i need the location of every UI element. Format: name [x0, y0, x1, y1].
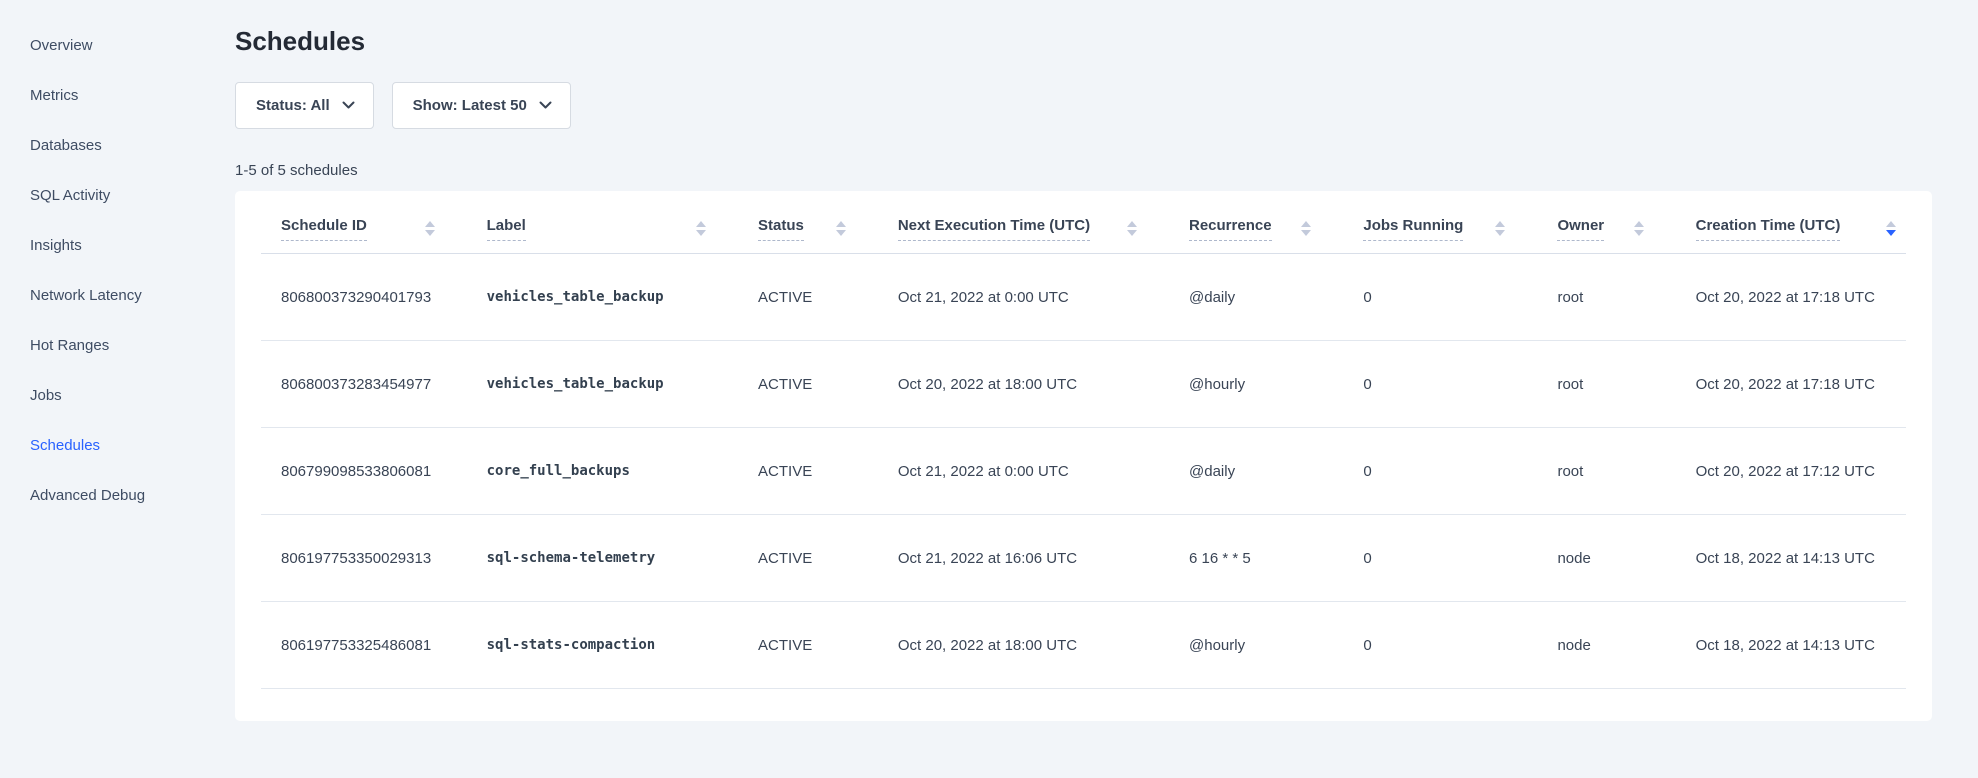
show-filter-dropdown[interactable]: Show: Latest 50	[392, 82, 571, 129]
cell-owner: node	[1537, 515, 1675, 602]
cell-recurrence: 6 16 * * 5	[1169, 515, 1343, 602]
table-row: 806800373283454977vehicles_table_backupA…	[261, 341, 1906, 428]
table-row: 806799098533806081core_full_backupsACTIV…	[261, 428, 1906, 515]
cell-schedule-id: 806197753325486081	[261, 602, 467, 689]
column-header-schedule-id[interactable]: Schedule ID	[261, 213, 467, 254]
status-filter-label: Status: All	[256, 97, 330, 114]
table-row: 806197753350029313sql-schema-telemetryAC…	[261, 515, 1906, 602]
column-label: Schedule ID	[281, 217, 367, 241]
sidebar-item-network-latency[interactable]: Network Latency	[30, 286, 233, 306]
cell-creation-time: Oct 18, 2022 at 14:13 UTC	[1676, 602, 1906, 689]
cell-status: ACTIVE	[738, 428, 878, 515]
cell-label: vehicles_table_backup	[467, 341, 738, 428]
cell-jobs-running: 0	[1343, 428, 1537, 515]
sidebar-item-advanced-debug[interactable]: Advanced Debug	[30, 486, 233, 506]
cell-label: sql-stats-compaction	[467, 602, 738, 689]
cell-creation-time: Oct 20, 2022 at 17:18 UTC	[1676, 254, 1906, 341]
results-count: 1-5 of 5 schedules	[235, 162, 1932, 180]
column-label: Owner	[1557, 217, 1604, 241]
column-header-status[interactable]: Status	[738, 213, 878, 254]
chevron-down-icon	[342, 101, 355, 110]
cell-owner: node	[1537, 602, 1675, 689]
sort-carets-icon[interactable]	[1878, 217, 1898, 236]
filter-bar: Status: All Show: Latest 50	[235, 82, 1932, 129]
cell-next-execution: Oct 20, 2022 at 18:00 UTC	[878, 341, 1169, 428]
column-label: Next Execution Time (UTC)	[898, 217, 1090, 241]
cell-label: vehicles_table_backup	[467, 254, 738, 341]
sidebar-item-jobs[interactable]: Jobs	[30, 386, 233, 406]
column-header-next-execution-time-utc[interactable]: Next Execution Time (UTC)	[878, 213, 1169, 254]
cell-next-execution: Oct 21, 2022 at 0:00 UTC	[878, 254, 1169, 341]
cell-recurrence: @daily	[1169, 428, 1343, 515]
cell-creation-time: Oct 18, 2022 at 14:13 UTC	[1676, 515, 1906, 602]
cell-next-execution: Oct 20, 2022 at 18:00 UTC	[878, 602, 1169, 689]
main-content: Schedules Status: All Show: Latest 50 1-…	[233, 0, 1978, 778]
column-label: Jobs Running	[1363, 217, 1463, 241]
schedules-table: Schedule ID Label Status Next Execution Tim…	[261, 213, 1906, 689]
sort-carets-icon[interactable]	[417, 217, 459, 236]
sort-carets-icon[interactable]	[1487, 217, 1529, 236]
show-filter-label: Show: Latest 50	[413, 97, 527, 114]
sidebar: Overview Metrics Databases SQL Activity …	[0, 0, 233, 778]
cell-status: ACTIVE	[738, 515, 878, 602]
sort-carets-icon[interactable]	[1293, 217, 1335, 236]
column-header-recurrence[interactable]: Recurrence	[1169, 213, 1343, 254]
cell-status: ACTIVE	[738, 254, 878, 341]
table-row: 806800373290401793vehicles_table_backupA…	[261, 254, 1906, 341]
sidebar-item-overview[interactable]: Overview	[30, 36, 233, 56]
chevron-down-icon	[539, 101, 552, 110]
column-label: Status	[758, 217, 804, 241]
sidebar-item-hot-ranges[interactable]: Hot Ranges	[30, 336, 233, 356]
cell-owner: root	[1537, 254, 1675, 341]
cell-recurrence: @hourly	[1169, 341, 1343, 428]
sort-carets-icon[interactable]	[1626, 217, 1668, 236]
cell-recurrence: @daily	[1169, 254, 1343, 341]
cell-jobs-running: 0	[1343, 254, 1537, 341]
sort-carets-icon[interactable]	[688, 217, 730, 236]
column-label: Label	[487, 217, 526, 241]
cell-jobs-running: 0	[1343, 515, 1537, 602]
column-label: Creation Time (UTC)	[1696, 217, 1841, 241]
column-header-jobs-running[interactable]: Jobs Running	[1343, 213, 1537, 254]
sort-carets-icon[interactable]	[1119, 217, 1161, 236]
cell-owner: root	[1537, 341, 1675, 428]
table-row: 806197753325486081sql-stats-compactionAC…	[261, 602, 1906, 689]
sidebar-item-metrics[interactable]: Metrics	[30, 86, 233, 106]
cell-schedule-id: 806800373283454977	[261, 341, 467, 428]
column-label: Recurrence	[1189, 217, 1272, 241]
cell-next-execution: Oct 21, 2022 at 0:00 UTC	[878, 428, 1169, 515]
page-title: Schedules	[235, 26, 1932, 56]
cell-jobs-running: 0	[1343, 602, 1537, 689]
cell-creation-time: Oct 20, 2022 at 17:18 UTC	[1676, 341, 1906, 428]
cell-label: core_full_backups	[467, 428, 738, 515]
schedules-page: Overview Metrics Databases SQL Activity …	[0, 0, 1978, 778]
cell-schedule-id: 806799098533806081	[261, 428, 467, 515]
column-header-owner[interactable]: Owner	[1537, 213, 1675, 254]
cell-creation-time: Oct 20, 2022 at 17:12 UTC	[1676, 428, 1906, 515]
table-header-row: Schedule ID Label Status Next Execution Tim…	[261, 213, 1906, 254]
column-header-label[interactable]: Label	[467, 213, 738, 254]
cell-next-execution: Oct 21, 2022 at 16:06 UTC	[878, 515, 1169, 602]
cell-owner: root	[1537, 428, 1675, 515]
cell-schedule-id: 806800373290401793	[261, 254, 467, 341]
column-header-creation-time-utc[interactable]: Creation Time (UTC)	[1676, 213, 1906, 254]
sidebar-item-insights[interactable]: Insights	[30, 236, 233, 256]
cell-recurrence: @hourly	[1169, 602, 1343, 689]
cell-jobs-running: 0	[1343, 341, 1537, 428]
schedules-table-card: Schedule ID Label Status Next Execution Tim…	[235, 191, 1932, 721]
sidebar-item-databases[interactable]: Databases	[30, 136, 233, 156]
sidebar-item-sql-activity[interactable]: SQL Activity	[30, 186, 233, 206]
cell-status: ACTIVE	[738, 602, 878, 689]
cell-schedule-id: 806197753350029313	[261, 515, 467, 602]
cell-label: sql-schema-telemetry	[467, 515, 738, 602]
sort-carets-icon[interactable]	[828, 217, 870, 236]
sidebar-item-schedules[interactable]: Schedules	[30, 436, 233, 456]
cell-status: ACTIVE	[738, 341, 878, 428]
status-filter-dropdown[interactable]: Status: All	[235, 82, 374, 129]
